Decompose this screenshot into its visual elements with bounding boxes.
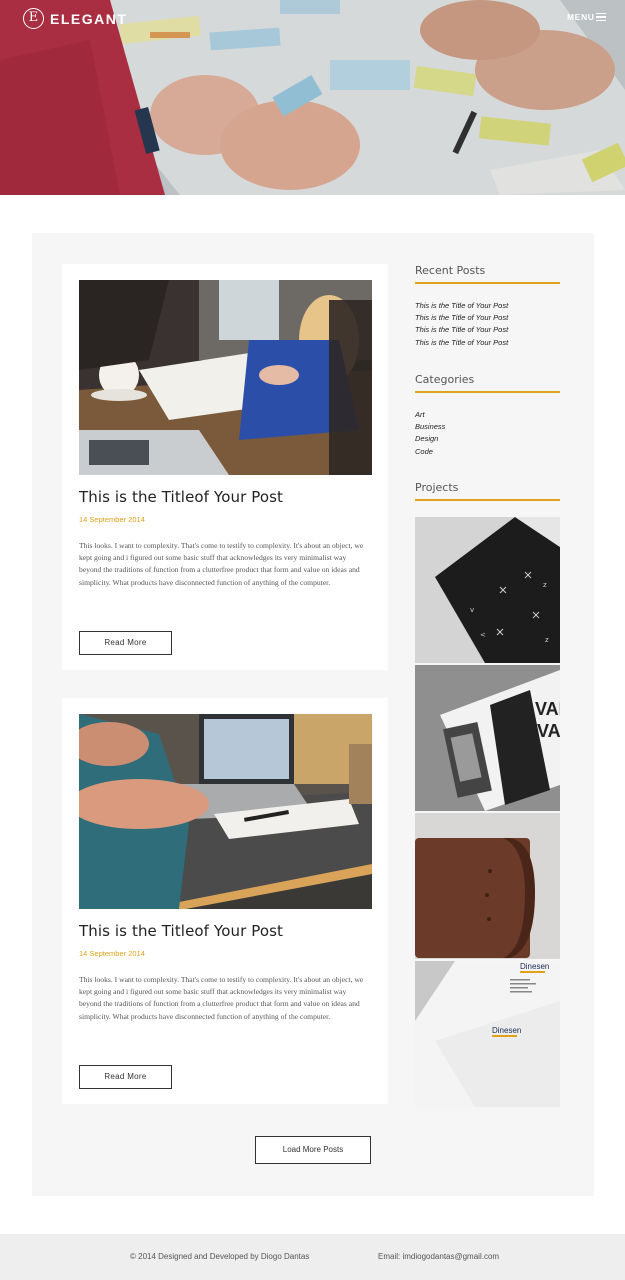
post-title[interactable]: This is the Titleof Your Post bbox=[79, 488, 283, 506]
post-excerpt: This looks. I want to complexity. That's… bbox=[79, 975, 364, 1021]
footer: © 2014 Designed and Developed by Diogo D… bbox=[0, 1234, 625, 1280]
recent-post-link[interactable]: This is the Title of Your Post bbox=[415, 324, 508, 336]
recent-post-link[interactable]: This is the Title of Your Post bbox=[415, 337, 508, 349]
footer-email[interactable]: Email: imdiogodantas@gmail.com bbox=[378, 1252, 499, 1261]
project-thumbnail[interactable]: Dinesen Dinesen bbox=[415, 961, 560, 1107]
post-excerpt: This looks. I want to complexity. That's… bbox=[79, 541, 364, 587]
recent-post-link[interactable]: This is the Title of Your Post bbox=[415, 312, 508, 324]
category-design[interactable]: Design bbox=[415, 433, 445, 445]
post-image[interactable] bbox=[79, 714, 372, 909]
post-title[interactable]: This is the Titleof Your Post bbox=[79, 922, 283, 940]
categories-heading: Categories bbox=[415, 373, 560, 393]
hero-image: E ELEGANT MENU bbox=[0, 0, 625, 195]
logo-mark-icon: E bbox=[23, 8, 44, 29]
menu-button[interactable]: MENU bbox=[567, 12, 607, 22]
footer-credit: © 2014 Designed and Developed by Diogo D… bbox=[130, 1252, 310, 1261]
project-thumbnail[interactable] bbox=[415, 813, 560, 959]
logo-text: ELEGANT bbox=[50, 10, 128, 27]
post-card: This is the Titleof Your Post 14 Septemb… bbox=[62, 698, 388, 1104]
recent-posts-list: This is the Title of Your Post This is t… bbox=[415, 300, 508, 349]
read-more-button[interactable]: Read More bbox=[79, 1065, 172, 1089]
svg-text:v: v bbox=[470, 606, 474, 614]
projects-grid: z v z < VALU VAL Dinesen Dinesen bbox=[415, 517, 560, 1109]
project-thumbnail[interactable]: z v z < bbox=[415, 517, 560, 663]
post-date: 14 September 2014 bbox=[79, 949, 145, 958]
project-tile-text: VALU bbox=[535, 699, 560, 719]
project-tile-text: VAL bbox=[537, 721, 560, 741]
project-tile-text: Dinesen bbox=[492, 1026, 521, 1035]
site-logo[interactable]: E ELEGANT bbox=[23, 8, 127, 29]
read-more-button[interactable]: Read More bbox=[79, 631, 172, 655]
recent-posts-heading: Recent Posts bbox=[415, 264, 560, 284]
menu-label: MENU bbox=[567, 12, 595, 22]
projects-heading: Projects bbox=[415, 481, 560, 501]
category-code[interactable]: Code bbox=[415, 446, 445, 458]
post-date: 14 September 2014 bbox=[79, 515, 145, 524]
svg-text:z: z bbox=[543, 581, 547, 589]
post-image[interactable] bbox=[79, 280, 372, 475]
category-business[interactable]: Business bbox=[415, 421, 445, 433]
project-tile-text: Dinesen bbox=[520, 962, 549, 971]
recent-post-link[interactable]: This is the Title of Your Post bbox=[415, 300, 508, 312]
svg-text:<: < bbox=[480, 631, 486, 639]
post-card: This is the Titleof Your Post 14 Septemb… bbox=[62, 264, 388, 670]
hamburger-icon bbox=[596, 13, 607, 21]
project-thumbnail[interactable]: VALU VAL bbox=[415, 665, 560, 811]
load-more-button[interactable]: Load More Posts bbox=[255, 1136, 371, 1164]
svg-text:z: z bbox=[545, 636, 549, 644]
category-art[interactable]: Art bbox=[415, 409, 445, 421]
hero-illustration bbox=[0, 0, 625, 195]
categories-list: Art Business Design Code bbox=[415, 409, 445, 458]
